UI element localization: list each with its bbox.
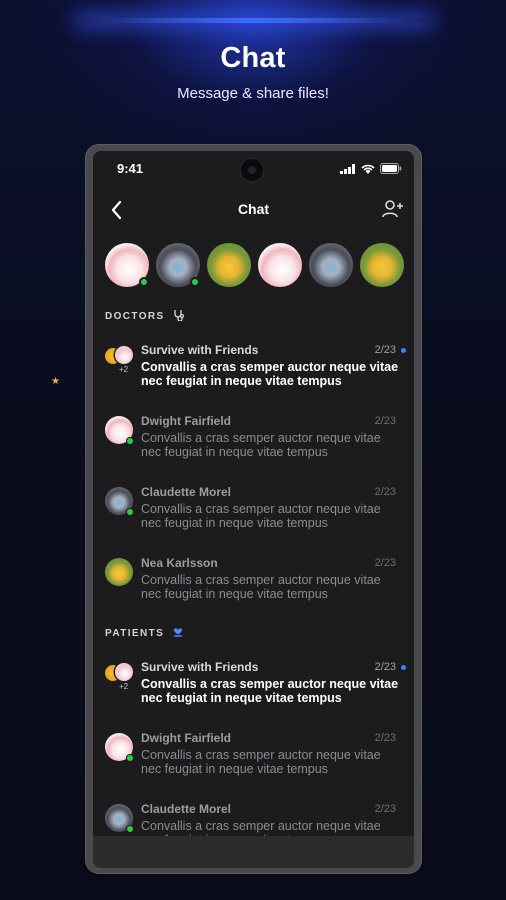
contact-avatar — [105, 487, 134, 516]
chat-name: Claudette Morel — [141, 485, 232, 499]
online-indicator — [126, 754, 134, 762]
chat-preview: Convallis a cras semper auctor neque vit… — [141, 677, 399, 705]
battery-icon — [380, 163, 402, 174]
avatar — [115, 663, 133, 681]
chat-preview: Convallis a cras semper auctor neque vit… — [141, 431, 381, 459]
hero-title: Chat — [220, 42, 286, 74]
chat-date: 2/23 — [374, 803, 396, 815]
chat-row[interactable]: Claudette Morel 2/23 Convallis a cras semp… — [105, 485, 404, 549]
chat-name: Dwight Fairfield — [141, 414, 231, 428]
unread-dot — [401, 348, 406, 353]
story-avatar[interactable] — [258, 243, 302, 287]
camera-icon — [241, 159, 263, 181]
chat-row[interactable]: Nea Karlsson 2/23 Convallis a cras semper … — [105, 556, 404, 620]
chat-date: 2/23 — [374, 415, 396, 427]
chat-date: 2/23 — [374, 661, 396, 673]
sparkle-icon: ★ — [51, 376, 60, 387]
chat-name: Nea Karlsson — [141, 556, 218, 570]
group-avatar: +2 — [105, 662, 133, 691]
chat-preview: Convallis a cras semper auctor neque vit… — [141, 748, 381, 776]
chat-row[interactable]: +2 Survive with Friends 2/23 Convallis a cr… — [105, 660, 406, 724]
signal-icon — [340, 163, 355, 174]
group-avatar: +2 — [105, 345, 133, 374]
member-count: +2 — [119, 365, 129, 374]
chat-date: 2/23 — [374, 732, 396, 744]
contact-avatar — [105, 733, 134, 762]
online-indicator — [126, 437, 134, 445]
section-label: DOCTORS — [105, 311, 165, 322]
online-indicator — [126, 508, 134, 516]
chat-date: 2/23 — [374, 344, 396, 356]
nav-bar: Chat — [93, 195, 414, 227]
section-header: DOCTORS — [105, 309, 185, 322]
chat-row[interactable]: Dwight Fairfield 2/23 Convallis a cras sem… — [105, 731, 404, 795]
chat-preview: Convallis a cras semper auctor neque vit… — [141, 360, 399, 388]
status-icons — [340, 163, 402, 174]
chat-preview: Convallis a cras semper auctor neque vit… — [141, 502, 381, 530]
section-header: PATIENTS — [105, 626, 184, 639]
nav-title: Chat — [237, 201, 270, 217]
chat-name: Survive with Friends — [141, 343, 259, 357]
status-time: 9:41 — [117, 161, 144, 176]
wifi-icon — [361, 164, 375, 174]
chat-name: Survive with Friends — [141, 660, 259, 674]
contact-avatar — [105, 804, 134, 833]
unread-dot — [401, 665, 406, 670]
avatar — [258, 243, 302, 287]
avatar — [360, 243, 404, 287]
add-user-icon[interactable] — [382, 199, 404, 219]
online-indicator — [126, 825, 134, 833]
light-beam — [80, 18, 428, 23]
status-bar: 9:41 — [93, 159, 414, 181]
chat-name: Dwight Fairfield — [141, 731, 231, 745]
stories-row — [105, 243, 404, 287]
chat-date: 2/23 — [374, 486, 396, 498]
heart-hand-icon — [174, 628, 183, 637]
contact-avatar — [105, 416, 134, 445]
avatar — [105, 558, 133, 586]
story-avatar[interactable] — [309, 243, 353, 287]
story-avatar[interactable] — [207, 243, 251, 287]
avatar — [207, 243, 251, 287]
online-indicator — [190, 277, 200, 287]
chat-preview: Convallis a cras semper auctor neque vit… — [141, 573, 381, 601]
story-avatar[interactable] — [105, 243, 149, 287]
avatar — [309, 243, 353, 287]
phone-frame: 9:41 Chat DOCTORS +2 Survive with Friends 2… — [85, 144, 422, 874]
contact-avatar — [105, 558, 133, 586]
hero-subtitle: Message & share files! — [177, 85, 329, 102]
chat-row[interactable]: Dwight Fairfield 2/23 Convallis a cras sem… — [105, 414, 404, 478]
online-indicator — [139, 277, 149, 287]
chat-date: 2/23 — [374, 557, 396, 569]
chat-name: Claudette Morel — [141, 802, 232, 816]
stethoscope-icon — [173, 310, 184, 322]
avatar — [115, 346, 133, 364]
chat-row[interactable]: +2 Survive with Friends 2/23 Convallis a cr… — [105, 343, 406, 407]
member-count: +2 — [119, 682, 129, 691]
bottom-bar — [93, 836, 414, 868]
story-avatar[interactable] — [156, 243, 200, 287]
story-avatar[interactable] — [360, 243, 404, 287]
phone-screen: 9:41 Chat DOCTORS +2 Survive with Friends 2… — [93, 151, 414, 868]
section-label: PATIENTS — [105, 628, 165, 639]
